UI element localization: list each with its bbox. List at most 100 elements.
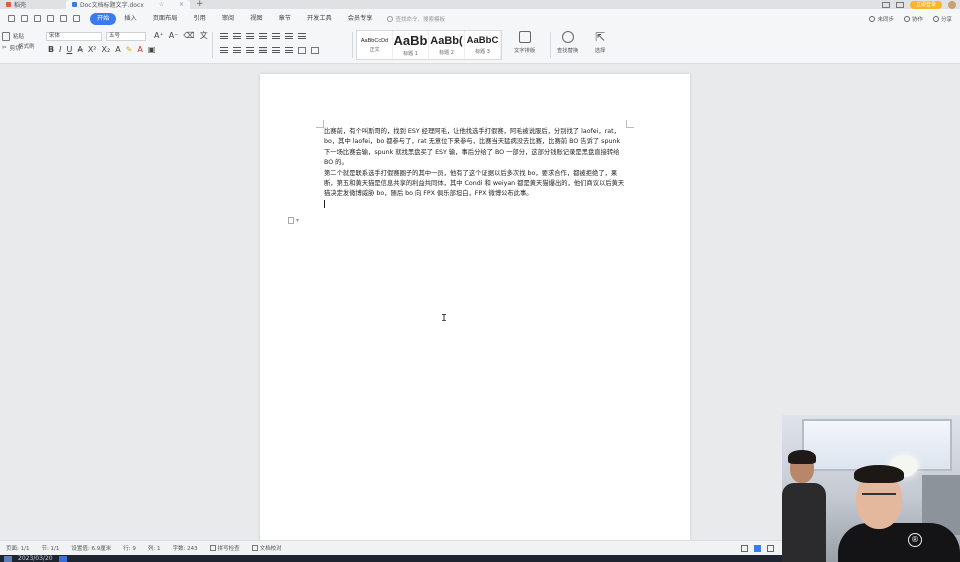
person-hair [854, 465, 904, 483]
style-sample: AaBbC [466, 35, 499, 46]
tab-document[interactable]: Doc文档标题文字.docx ☆ × [66, 0, 190, 9]
start-icon[interactable] [4, 556, 12, 562]
distribute-icon[interactable] [272, 47, 280, 53]
outline-view-icon[interactable] [767, 544, 774, 552]
collaborate-button[interactable]: 协作 [903, 15, 923, 23]
spell-check-label: 拼写检查 [217, 546, 240, 552]
menu-item-references[interactable]: 引用 [186, 13, 214, 25]
menu-item-home[interactable]: 开始 [90, 12, 117, 25]
align-center-icon[interactable] [233, 47, 241, 53]
increase-indent-icon[interactable] [259, 33, 267, 39]
menu-item-developer[interactable]: 开发工具 [299, 13, 340, 25]
char-border-icon[interactable]: ▣ [148, 45, 156, 55]
highlight-icon[interactable]: ✎ [126, 45, 133, 55]
paragraph-handle[interactable]: ▾ [288, 217, 299, 224]
menu-item-chapter[interactable]: 章节 [271, 13, 299, 25]
menu-item-member[interactable]: 会员专享 [340, 13, 381, 25]
font-size-select[interactable]: 五号 [106, 32, 146, 41]
tab-close-icon[interactable]: × [179, 1, 184, 8]
tab-home[interactable]: 稻壳 [0, 0, 66, 9]
list-controls [220, 31, 306, 41]
document-paragraph[interactable]: 第二个就是联系选手打假赛圈子的其中一员，他有了这个证据以后多次找 bo，要求合作… [324, 169, 628, 200]
underline-icon[interactable]: U [66, 45, 72, 55]
strikethrough-icon[interactable]: A̶ [77, 45, 82, 55]
share-icon [932, 15, 939, 22]
cursor-arrow-icon: ⇱ [594, 30, 606, 44]
webcam-person-right: ® [838, 465, 960, 562]
numbered-list-icon[interactable] [233, 33, 241, 39]
shading-icon[interactable] [298, 46, 306, 54]
font-family-select[interactable]: 宋体 [46, 32, 102, 41]
doc-check-button[interactable]: 文档校对 [246, 544, 288, 552]
style-heading-3[interactable]: AaBbC 标题 3 [465, 31, 501, 59]
webcam-overlay: ® [782, 415, 960, 562]
subscript-icon[interactable]: X₂ [102, 45, 111, 55]
grow-font-icon[interactable]: A⁺ [154, 31, 164, 41]
eye-protection-icon[interactable] [741, 544, 748, 552]
minimize-icon[interactable] [895, 1, 904, 8]
collaborate-label: 协作 [911, 16, 923, 23]
menu-item-insert[interactable]: 插入 [116, 13, 144, 25]
clear-format-icon[interactable]: ⌫ [183, 31, 194, 41]
shrink-font-icon[interactable]: A⁻ [169, 31, 179, 41]
style-sample: AaBbCcDd [360, 37, 389, 44]
tab-star-icon[interactable]: ☆ [159, 1, 164, 8]
select-label: 选择 [594, 48, 606, 54]
text-effect-icon[interactable]: A [115, 45, 120, 55]
person-hair [788, 450, 816, 464]
format-painter-button[interactable]: 格式刷 [18, 42, 35, 50]
print-icon[interactable] [34, 15, 41, 22]
avatar[interactable] [948, 0, 956, 9]
style-normal[interactable]: AaBbCcDd 正文 [357, 31, 393, 59]
font-style-controls: B I U A̶ X² X₂ A ✎ A ▣ [48, 45, 155, 55]
bullet-list-icon[interactable] [220, 33, 228, 39]
preview-icon[interactable] [47, 15, 54, 22]
status-word-count[interactable]: 字数: 243 [166, 544, 203, 552]
spell-check-icon [209, 545, 216, 551]
menu-icon[interactable] [8, 15, 15, 22]
style-heading-1[interactable]: AaBb 标题 1 [393, 31, 429, 59]
bold-icon[interactable]: B [48, 45, 54, 55]
decrease-indent-icon[interactable] [246, 33, 254, 39]
new-tab-button[interactable]: + [190, 0, 210, 9]
menu-item-page-layout[interactable]: 页面布局 [145, 13, 186, 25]
command-search[interactable]: 查找命令、搜索模板 [386, 15, 446, 23]
redo-icon[interactable] [73, 15, 80, 22]
text-layout-button[interactable]: 文字排版 [514, 31, 535, 54]
login-button[interactable]: 立即登录 [909, 0, 942, 9]
wps-taskbar-icon[interactable] [58, 556, 67, 562]
document-paragraph[interactable]: 比赛前，有个叫斯哥的，找到 ESY 经理阿毛，让他找选手打假赛，阿毛被说服后，分… [324, 127, 628, 169]
align-left-icon[interactable] [220, 47, 228, 53]
document-body[interactable]: 比赛前，有个叫斯哥的，找到 ESY 经理阿毛，让他找选手打假赛，阿毛被说服后，分… [324, 127, 628, 210]
show-marks-icon[interactable] [298, 33, 306, 39]
chinese-layout-icon[interactable] [272, 33, 280, 39]
empty-paragraph[interactable] [324, 199, 628, 210]
style-heading-2[interactable]: AaBb( 标题 2 [429, 31, 465, 59]
menu-item-view[interactable]: 视图 [242, 13, 270, 25]
superscript-icon[interactable]: X² [88, 45, 97, 55]
window-layout-icon[interactable] [881, 1, 890, 8]
borders-icon[interactable] [311, 46, 319, 54]
phonetic-icon[interactable]: 文 [200, 31, 208, 41]
status-column: 列: 1 [147, 546, 161, 552]
undo-icon[interactable] [60, 15, 67, 22]
line-spacing-icon[interactable] [285, 47, 293, 53]
font-color-icon[interactable]: A [137, 45, 142, 55]
command-search-placeholder: 查找命令、搜索模板 [395, 16, 446, 23]
text-caret [324, 199, 325, 208]
paste-button[interactable]: 粘贴 [2, 30, 40, 42]
status-page[interactable]: 页面: 1/1 [0, 544, 35, 552]
spell-check-button[interactable]: 拼写检查 [204, 544, 246, 552]
justify-icon[interactable] [259, 47, 267, 53]
select-button[interactable]: ⇱ 选择 [594, 31, 606, 54]
page-view-icon[interactable] [754, 544, 761, 552]
find-replace-button[interactable]: 查找替换 [557, 31, 578, 54]
sort-icon[interactable] [285, 33, 293, 39]
align-right-icon[interactable] [246, 47, 254, 53]
document-page[interactable]: ▾ 比赛前，有个叫斯哥的，找到 ESY 经理阿毛，让他找选手打假赛，阿毛被说服后… [260, 74, 690, 540]
share-button[interactable]: 分享 [932, 15, 952, 23]
sync-button[interactable]: 未同步 [869, 15, 894, 23]
italic-icon[interactable]: I [59, 45, 61, 55]
save-icon[interactable] [21, 15, 28, 22]
menu-item-review[interactable]: 审阅 [214, 13, 242, 25]
